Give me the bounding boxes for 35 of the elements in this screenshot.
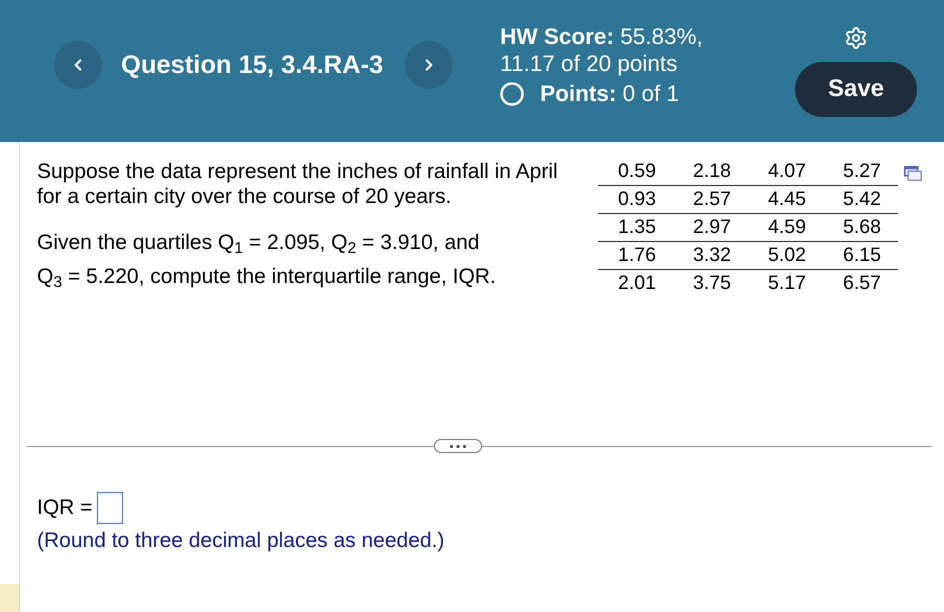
table-cell-text: 4.59 bbox=[767, 215, 807, 240]
rounding-hint: (Round to three decimal places as needed.) bbox=[37, 529, 446, 553]
table-cell-text: 5.42 bbox=[842, 187, 882, 212]
table-cell-text: 6.15 bbox=[842, 243, 882, 268]
table-cell-text: 2.01 bbox=[617, 271, 657, 296]
table-cell-text: 2.57 bbox=[692, 187, 732, 212]
answer-label: IQR = bbox=[37, 495, 92, 522]
overlapping-windows-icon[interactable] bbox=[904, 166, 922, 181]
score-text: 11.17 of 20 points bbox=[500, 50, 678, 77]
table-cell-text: 5.68 bbox=[842, 215, 882, 240]
question-title: Question 15, 3.4.RA-3 bbox=[121, 50, 384, 81]
more-button[interactable] bbox=[434, 439, 482, 453]
more-icon bbox=[450, 444, 466, 448]
points-text: Points: 0 of 1 bbox=[540, 80, 679, 107]
table-cell-text: 0.93 bbox=[617, 187, 657, 212]
table-cell-text: 1.35 bbox=[617, 215, 657, 240]
question-text: Suppose the data represent the inches of rainfall in April for a certain city over the course of 20 years. bbox=[37, 159, 559, 209]
settings-icon[interactable] bbox=[844, 26, 868, 50]
table-cell-text: 2.18 bbox=[692, 159, 732, 184]
score-text: HW Score: 55.83%, bbox=[500, 23, 703, 50]
table-cell-text: 0.59 bbox=[617, 159, 657, 184]
table-cell-text: 4.45 bbox=[767, 187, 807, 212]
side-strip bbox=[0, 584, 19, 612]
table-cell-text: 5.27 bbox=[842, 159, 882, 184]
question-text: Given the quartiles Q$_{1}$ = 2.095, Q$_{2}$ = 3.910, and Q$_{3}$ = 5.220, compute the interquartile range, IQR. bbox=[37, 230, 497, 293]
table-cell-text: 5.17 bbox=[767, 271, 807, 296]
table-cell-text: 5.02 bbox=[767, 243, 807, 268]
table-cell-text: 3.75 bbox=[692, 271, 732, 296]
table-cell-text: 6.57 bbox=[842, 271, 882, 296]
table-cell-text: 3.32 bbox=[692, 243, 732, 268]
table-cell-text: 1.76 bbox=[617, 243, 657, 268]
save-button[interactable]: Save bbox=[795, 62, 917, 116]
table-cell-text: 2.97 bbox=[692, 215, 732, 240]
answer-box[interactable] bbox=[97, 492, 124, 524]
table-cell-text: 4.07 bbox=[767, 159, 807, 184]
